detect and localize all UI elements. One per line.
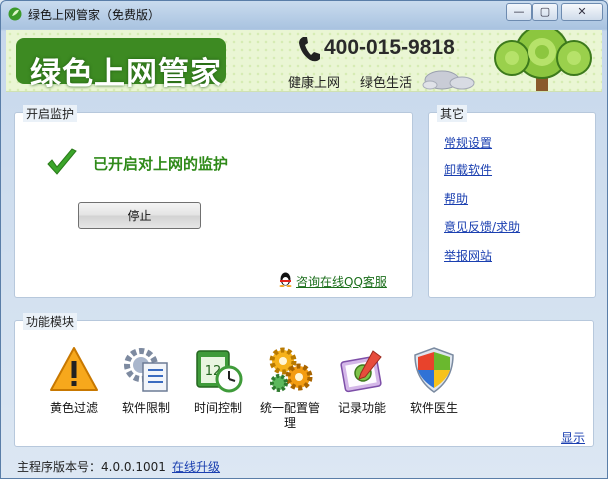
- minimize-button[interactable]: —: [506, 3, 532, 21]
- warning-icon: [50, 347, 98, 391]
- online-update-link[interactable]: 在线升级: [172, 458, 220, 475]
- module-record[interactable]: 记录功能: [327, 345, 397, 416]
- phone-icon: [299, 37, 320, 62]
- app-window: 绿色上网管家（免费版） — ▢ ✕ 绿色上网管家 400-015-9818 健康…: [0, 0, 608, 479]
- calendar-clock-icon: 12: [196, 350, 243, 393]
- qq-support-link[interactable]: 咨询在线QQ客服: [296, 273, 387, 290]
- brand-logo: 绿色上网管家: [16, 38, 226, 91]
- maximize-button[interactable]: ▢: [532, 3, 558, 21]
- module-time-control[interactable]: 12 时间控制: [183, 345, 253, 416]
- module-label: 软件医生: [409, 401, 458, 415]
- software-settings-icon: [124, 348, 168, 392]
- feedback-link[interactable]: 意见反馈/求助: [444, 218, 520, 235]
- version-label: 主程序版本号：4.0.0.1001: [17, 460, 166, 474]
- module-software-limit[interactable]: 软件限制: [111, 345, 181, 416]
- gears-icon: [269, 347, 313, 392]
- app-logo-icon: [8, 7, 22, 21]
- monitor-panel-title: 开启监护: [23, 105, 78, 122]
- general-settings-link[interactable]: 常规设置: [444, 134, 492, 151]
- uninstall-link[interactable]: 卸载软件: [444, 161, 492, 178]
- module-unified-config[interactable]: 统一配置管理: [255, 345, 325, 431]
- window-title: 绿色上网管家（免费版）: [28, 8, 161, 22]
- show-more-link[interactable]: 显示: [561, 429, 585, 446]
- report-site-link[interactable]: 举报网站: [444, 247, 492, 264]
- close-button[interactable]: ✕: [561, 3, 603, 21]
- shield-icon: [414, 347, 454, 393]
- other-panel-title: 其它: [437, 105, 468, 122]
- slogan-left: 健康上网: [288, 76, 341, 91]
- monitor-status-text: 已开启对上网的监护: [93, 155, 229, 173]
- hotline-number: 400-015-9818: [324, 36, 455, 59]
- module-label: 记录功能: [337, 401, 386, 415]
- record-clipboard-icon: [340, 350, 382, 393]
- checkmark-icon: [47, 148, 77, 175]
- module-porn-filter[interactable]: 黄色过滤: [39, 345, 109, 416]
- slogan-right: 绿色生活: [360, 76, 413, 91]
- module-label: 时间控制: [193, 401, 242, 415]
- module-software-doctor[interactable]: 软件医生: [399, 345, 469, 416]
- title-bar[interactable]: 绿色上网管家（免费版） — ▢ ✕: [1, 1, 607, 27]
- header-banner: 绿色上网管家 400-015-9818 健康上网 绿色生活: [6, 30, 602, 92]
- module-label: 统一配置管理: [259, 401, 320, 430]
- monitor-panel: 开启监护 已开启对上网的监护 停止 咨询在线QQ客服: [14, 105, 413, 298]
- modules-panel: 功能模块 黄色过滤 软件限制 12 时间控制 统一配置管理 记录功能 软件医生 …: [14, 313, 594, 447]
- other-panel: 其它 常规设置 卸载软件 帮助 意见反馈/求助 举报网站: [428, 105, 596, 298]
- help-link[interactable]: 帮助: [444, 190, 468, 207]
- module-label: 黄色过滤: [49, 401, 98, 415]
- qq-penguin-icon[interactable]: [278, 271, 293, 287]
- stop-button[interactable]: 停止: [78, 202, 201, 229]
- module-label: 软件限制: [121, 401, 170, 415]
- stones-decoration: [422, 70, 475, 90]
- modules-panel-title: 功能模块: [23, 313, 78, 330]
- tree-illustration: [494, 30, 592, 91]
- brand-text: 绿色上网管家: [30, 56, 222, 92]
